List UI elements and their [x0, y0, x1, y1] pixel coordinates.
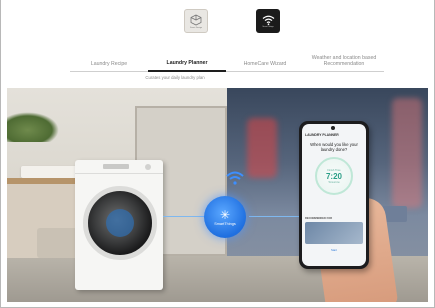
- washing-machine: [75, 160, 163, 290]
- tab-label: HomeCare Wizard: [243, 61, 287, 67]
- time-dial[interactable]: Finish Time 7:20 Tomorrow: [315, 157, 353, 195]
- plant: [7, 112, 59, 142]
- tab-label: Laundry Planner: [166, 60, 208, 66]
- wifi-icon: [226, 171, 244, 185]
- smart-design-tab-icon[interactable]: Smart Design: [184, 9, 208, 33]
- hub-label: SmartThings: [214, 221, 236, 226]
- washer-drum: [106, 209, 134, 237]
- tab-laundry-recipe[interactable]: Laundry Recipe: [70, 48, 148, 72]
- connection-line: [163, 216, 207, 217]
- tab-weather-recommendation[interactable]: Weather and location based Recommendatio…: [304, 48, 384, 72]
- tab-underline: [226, 71, 304, 72]
- app-question: When would you like your laundry done?: [310, 142, 358, 152]
- tab-underline: [70, 71, 148, 72]
- smartthings-star-icon: ✳: [219, 207, 231, 222]
- connection-line: [249, 216, 303, 217]
- tab-underline: [148, 70, 226, 72]
- washer-door: [83, 186, 157, 260]
- tab-homecare-wizard[interactable]: HomeCare Wizard: [226, 48, 304, 72]
- smartphone: LAUNDRY PLANNER When would you like your…: [299, 121, 369, 269]
- tab-underline: [304, 71, 384, 72]
- smartthings-tab-icon[interactable]: SmartThings: [256, 9, 280, 33]
- start-button[interactable]: Start: [324, 248, 344, 253]
- blurred-passerby: [392, 98, 422, 208]
- dial-bottom-label: Tomorrow: [328, 180, 340, 184]
- blurred-passerby: [247, 118, 277, 178]
- smartthings-hub[interactable]: ✳ SmartThings: [204, 196, 246, 238]
- phone-screen: LAUNDRY PLANNER When would you like your…: [302, 124, 366, 266]
- finish-time: 7:20: [325, 171, 342, 181]
- cube-icon: [190, 14, 202, 25]
- recommendation-card[interactable]: [305, 222, 363, 244]
- stool: [37, 228, 77, 258]
- washer-knob: [145, 164, 151, 170]
- recommended-label: RECOMMENDED FOR: [305, 217, 333, 220]
- hero-image: ✳ SmartThings LAUNDRY PLANNER When would…: [7, 88, 428, 302]
- app-header: LAUNDRY PLANNER: [305, 133, 339, 137]
- washer-control-panel: [75, 160, 163, 174]
- feature-tabs: Laundry Recipe Laundry Planner HomeCare …: [70, 48, 384, 72]
- tab-caption: Curates your daily laundry plan: [145, 75, 205, 80]
- tab-laundry-planner[interactable]: Laundry Planner: [148, 48, 226, 72]
- tab-label: Weather and location based Recommendatio…: [311, 55, 377, 67]
- wifi-icon: [262, 15, 274, 25]
- tab-label: Laundry Recipe: [90, 61, 128, 67]
- sink-basin: [21, 166, 79, 178]
- washer-display: [103, 164, 129, 169]
- icon-caption: SmartThings: [262, 25, 274, 28]
- camera-icon: [331, 126, 335, 130]
- icon-caption: Smart Design: [189, 26, 203, 29]
